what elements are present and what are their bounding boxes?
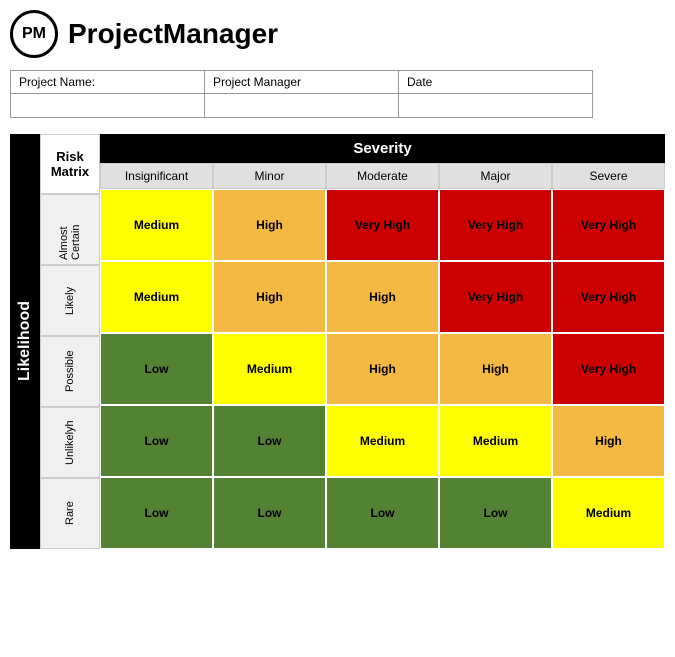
cell-0-0: Medium [100, 189, 213, 261]
project-manager-input [213, 98, 390, 113]
grid-row-3: LowLowMediumMediumHigh [100, 405, 665, 477]
date-input [407, 98, 584, 113]
cell-1-1: High [213, 261, 326, 333]
logo: PM [10, 10, 58, 58]
cell-0-2: Very High [326, 189, 439, 261]
cell-3-0: Low [100, 405, 213, 477]
col-header-3: Major [439, 163, 552, 189]
row-labels: Almost CertainLikelyPossibleUnlikelyhRar… [40, 194, 100, 549]
col-header-1: Minor [213, 163, 326, 189]
cell-0-1: High [213, 189, 326, 261]
col-headers: InsignificantMinorModerateMajorSevere [100, 163, 665, 189]
cell-4-1: Low [213, 477, 326, 549]
date-value[interactable] [399, 94, 593, 118]
grid-row-0: MediumHighVery HighVery HighVery High [100, 189, 665, 261]
cell-2-4: Very High [552, 333, 665, 405]
cell-3-4: High [552, 405, 665, 477]
project-name-input [19, 98, 196, 113]
cell-4-0: Low [100, 477, 213, 549]
date-label: Date [399, 71, 593, 94]
row-label-4: Rare [40, 478, 100, 549]
row-label-3: Unlikelyh [40, 407, 100, 478]
logo-text: PM [22, 25, 46, 43]
cell-4-4: Medium [552, 477, 665, 549]
col-header-2: Moderate [326, 163, 439, 189]
cell-4-2: Low [326, 477, 439, 549]
grid-rows: MediumHighVery HighVery HighVery HighMed… [100, 189, 665, 549]
likelihood-label: Likelihood [10, 134, 40, 549]
cell-2-2: High [326, 333, 439, 405]
cell-2-1: Medium [213, 333, 326, 405]
cell-1-2: High [326, 261, 439, 333]
row-label-2: Possible [40, 336, 100, 407]
cell-1-4: Very High [552, 261, 665, 333]
header: PM ProjectManager [10, 10, 665, 58]
cell-2-3: High [439, 333, 552, 405]
project-info-table: Project Name: Project Manager Date [10, 70, 593, 118]
grid-panel: Severity InsignificantMinorModerateMajor… [100, 134, 665, 549]
cell-3-3: Medium [439, 405, 552, 477]
row-label-0: Almost Certain [40, 194, 100, 265]
cell-1-3: Very High [439, 261, 552, 333]
app-title: ProjectManager [68, 18, 278, 50]
cell-0-4: Very High [552, 189, 665, 261]
cell-1-0: Medium [100, 261, 213, 333]
project-name-label: Project Name: [11, 71, 205, 94]
severity-header: Severity [100, 134, 665, 163]
grid-row-1: MediumHighHighVery HighVery High [100, 261, 665, 333]
row-label-1: Likely [40, 265, 100, 336]
cell-4-3: Low [439, 477, 552, 549]
project-name-value[interactable] [11, 94, 205, 118]
col-header-4: Severe [552, 163, 665, 189]
cell-3-2: Medium [326, 405, 439, 477]
project-manager-label: Project Manager [205, 71, 399, 94]
project-manager-value[interactable] [205, 94, 399, 118]
grid-row-4: LowLowLowLowMedium [100, 477, 665, 549]
cell-0-3: Very High [439, 189, 552, 261]
risk-matrix: Likelihood Risk Matrix Almost CertainLik… [10, 134, 665, 549]
left-panel: Risk Matrix Almost CertainLikelyPossible… [40, 134, 100, 549]
cell-2-0: Low [100, 333, 213, 405]
cell-3-1: Low [213, 405, 326, 477]
grid-row-2: LowMediumHighHighVery High [100, 333, 665, 405]
col-header-0: Insignificant [100, 163, 213, 189]
risk-matrix-label: Risk Matrix [40, 134, 100, 194]
